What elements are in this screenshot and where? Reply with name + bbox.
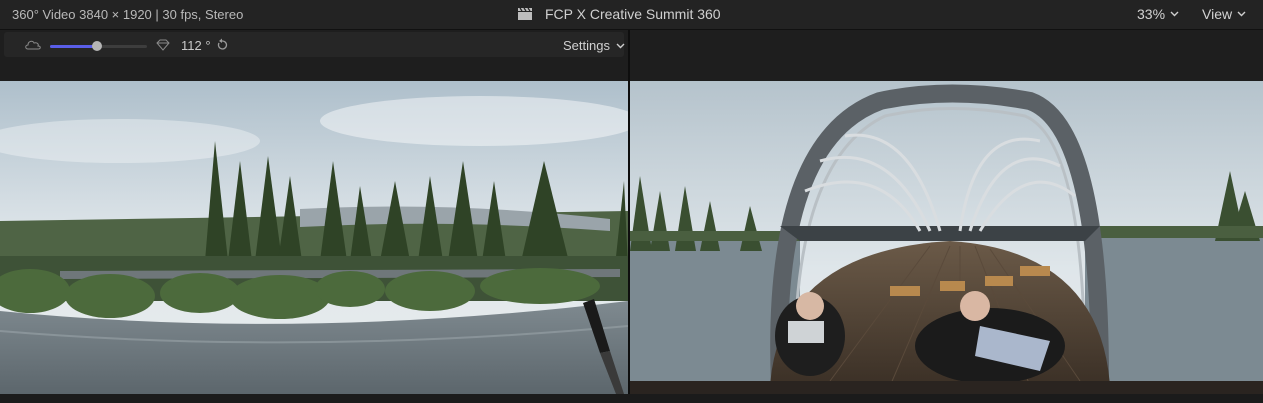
- clapperboard-icon: [518, 7, 532, 20]
- settings-label: Settings: [563, 38, 610, 53]
- reset-icon[interactable]: [216, 38, 228, 51]
- zoom-value: 33%: [1137, 6, 1166, 22]
- control-strip: 112 ° Settings: [4, 32, 625, 57]
- gem-icon[interactable]: [156, 39, 170, 51]
- viewer-360-panorama[interactable]: [0, 81, 628, 394]
- tiny-planet-image: [630, 81, 1263, 394]
- viewer-360-tiny-planet[interactable]: [630, 81, 1263, 394]
- chevron-down-icon: [616, 43, 625, 48]
- viewer-bottom-strip: [0, 394, 1263, 403]
- cloud-icon[interactable]: [24, 39, 42, 51]
- view-menu[interactable]: View: [1202, 6, 1246, 22]
- panorama-image: [0, 81, 628, 394]
- project-title: FCP X Creative Summit 360: [545, 6, 721, 22]
- settings-dropdown[interactable]: Settings: [563, 38, 625, 53]
- zoom-dropdown[interactable]: 33%: [1137, 6, 1179, 22]
- angle-slider[interactable]: [50, 41, 147, 51]
- angle-slider-fill: [50, 45, 97, 48]
- viewer-toolbar-right: [630, 30, 1263, 81]
- project-title-group: FCP X Creative Summit 360: [517, 6, 721, 22]
- chevron-down-icon: [1170, 11, 1179, 17]
- view-label: View: [1202, 6, 1233, 22]
- angle-slider-thumb[interactable]: [91, 41, 102, 51]
- viewer-360-toolbar: 112 ° Settings: [0, 30, 628, 81]
- video-format-info: 360° Video 3840 × 1920 | 30 fps, Stereo: [12, 7, 244, 22]
- angle-value: 112 °: [181, 38, 211, 53]
- viewer-header: 360° Video 3840 × 1920 | 30 fps, Stereo …: [0, 0, 1263, 30]
- chevron-down-icon: [1237, 11, 1246, 17]
